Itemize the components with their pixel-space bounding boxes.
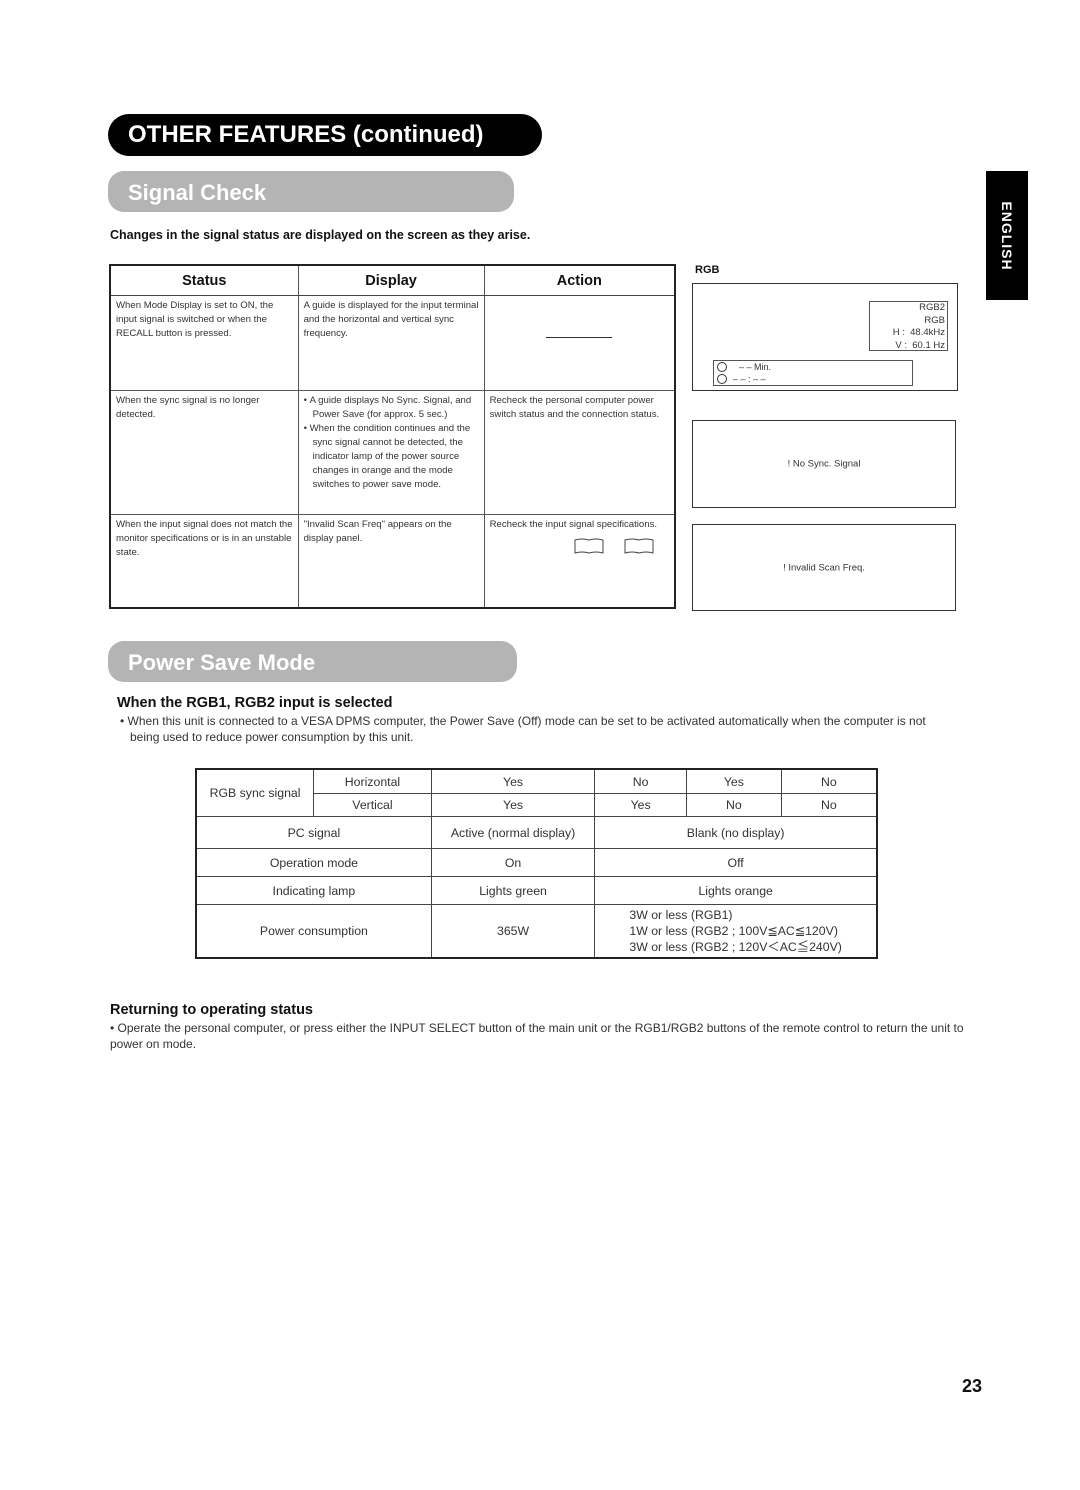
screen-example-label: RGB — [695, 264, 720, 276]
row-label: Power consumption — [195, 904, 432, 959]
table-row: Operation mode On Off — [195, 848, 878, 877]
status-cell: When the input signal does not match the… — [109, 514, 299, 608]
display-cell: "Invalid Scan Freq" appears on the displ… — [297, 514, 485, 608]
table-row: Power consumption 365W 3W or less (RGB1)… — [195, 904, 878, 959]
column-header-action: Action — [483, 264, 676, 296]
returning-description: • Operate the personal computer, or pres… — [110, 1021, 964, 1051]
clock-line: – – : – – — [717, 373, 912, 385]
table-cell: Yes — [430, 793, 596, 817]
v-frequency: V : 60.1 Hz — [895, 339, 945, 351]
table-header-row: Status Display Action — [109, 264, 676, 296]
column-header-display: Display — [297, 264, 485, 296]
vertical-label: Vertical — [313, 793, 432, 817]
no-action-dash — [546, 337, 613, 338]
input-info-box: RGB2 RGB H : 48.4kHz V : 60.1 Hz — [869, 301, 948, 351]
power-consumption-list: 3W or less (RGB1) 1W or less (RGB2 ; 100… — [629, 908, 842, 954]
book-reference-icon — [624, 538, 654, 554]
signal-check-intro: Changes in the signal status are display… — [110, 228, 531, 242]
bullet-item: • A guide displays No Sync. Signal, and … — [303, 395, 472, 420]
section-title: OTHER FEATURES (continued) — [128, 121, 484, 148]
status-cell: When the sync signal is no longer detect… — [109, 390, 299, 515]
table-row: RGB sync signal Horizontal Yes No Yes No — [195, 768, 878, 817]
power-save-title: Power Save Mode — [128, 650, 316, 675]
action-cell — [483, 295, 676, 391]
row-label: Indicating lamp — [195, 876, 432, 905]
table-row: When the sync signal is no longer detect… — [109, 390, 676, 515]
off-timer-icon — [717, 362, 727, 372]
signal-type: RGB — [924, 314, 945, 326]
page-reference-icons — [490, 538, 669, 555]
book-reference-icon — [574, 538, 604, 554]
bullet-item: • When the condition continues and the s… — [303, 423, 471, 490]
table-cell: No — [780, 768, 878, 794]
clock-icon — [717, 374, 727, 384]
language-tab: ENGLISH — [986, 171, 1028, 300]
table-cell: 365W — [430, 904, 596, 959]
invalid-freq-message: ! Invalid Scan Freq. — [783, 562, 865, 573]
power-save-table: RGB sync signal Horizontal Yes No Yes No… — [195, 768, 878, 959]
table-cell: No — [594, 768, 688, 794]
table-cell: Yes — [686, 768, 782, 794]
horizontal-label: Horizontal — [313, 768, 432, 794]
signal-check-title: Signal Check — [128, 180, 267, 205]
h-frequency: H : 48.4kHz — [892, 327, 945, 338]
action-cell: Recheck the personal computer power swit… — [483, 390, 676, 515]
table-cell: Off — [594, 848, 878, 877]
power-save-heading: Power Save Mode — [108, 641, 517, 682]
table-row: When the input signal does not match the… — [109, 514, 676, 608]
table-cell: 3W or less (RGB1) 1W or less (RGB2 ; 100… — [594, 904, 878, 959]
table-cell: No — [780, 793, 878, 817]
no-sync-screen-example: ! No Sync. Signal — [692, 420, 956, 508]
table-cell: Lights orange — [594, 876, 878, 905]
no-sync-message: ! No Sync. Signal — [787, 458, 861, 470]
column-header-status: Status — [109, 264, 299, 296]
table-cell: Active (normal display) — [430, 816, 596, 849]
invalid-freq-screen-example: ! Invalid Scan Freq. — [692, 524, 956, 611]
sync-signal-label: RGB sync signal — [195, 768, 315, 817]
vesa-description: • When this unit is connected to a VESA … — [120, 714, 926, 744]
row-label: PC signal — [195, 816, 432, 849]
display-cell: • A guide displays No Sync. Signal, and … — [297, 390, 485, 515]
action-cell: Recheck the input signal specifications. — [483, 514, 676, 608]
table-cell: No — [686, 793, 782, 817]
row-label: Operation mode — [195, 848, 432, 877]
table-cell: Lights green — [430, 876, 596, 905]
guide-screen-example: RGB2 RGB H : 48.4kHz V : 60.1 Hz – – Min… — [692, 283, 958, 391]
input-terminal: RGB2 — [919, 302, 945, 313]
signal-status-table: Status Display Action When Mode Display … — [109, 264, 676, 609]
table-row: Indicating lamp Lights green Lights oran… — [195, 876, 878, 905]
timer-box: – – Min. – – : – – — [713, 360, 913, 386]
table-row: When Mode Display is set to ON, the inpu… — [109, 295, 676, 391]
table-cell: Blank (no display) — [594, 816, 878, 849]
table-cell: Yes — [430, 768, 596, 794]
returning-subheading: Returning to operating status — [110, 1002, 313, 1018]
signal-check-heading: Signal Check — [108, 171, 514, 212]
page-number: 23 — [962, 1376, 983, 1396]
language-tab-label: ENGLISH — [999, 200, 1015, 271]
off-timer-line: – – Min. — [717, 361, 912, 373]
action-text: Recheck the input signal specifications. — [489, 519, 658, 530]
status-cell: When Mode Display is set to ON, the inpu… — [109, 295, 299, 391]
table-cell: On — [430, 848, 596, 877]
table-cell: Yes — [594, 793, 688, 817]
section-title-banner: OTHER FEATURES (continued) — [108, 114, 542, 156]
display-cell: A guide is displayed for the input termi… — [297, 295, 485, 391]
rgb-input-subheading: When the RGB1, RGB2 input is selected — [117, 695, 393, 711]
table-row: PC signal Active (normal display) Blank … — [195, 816, 878, 849]
